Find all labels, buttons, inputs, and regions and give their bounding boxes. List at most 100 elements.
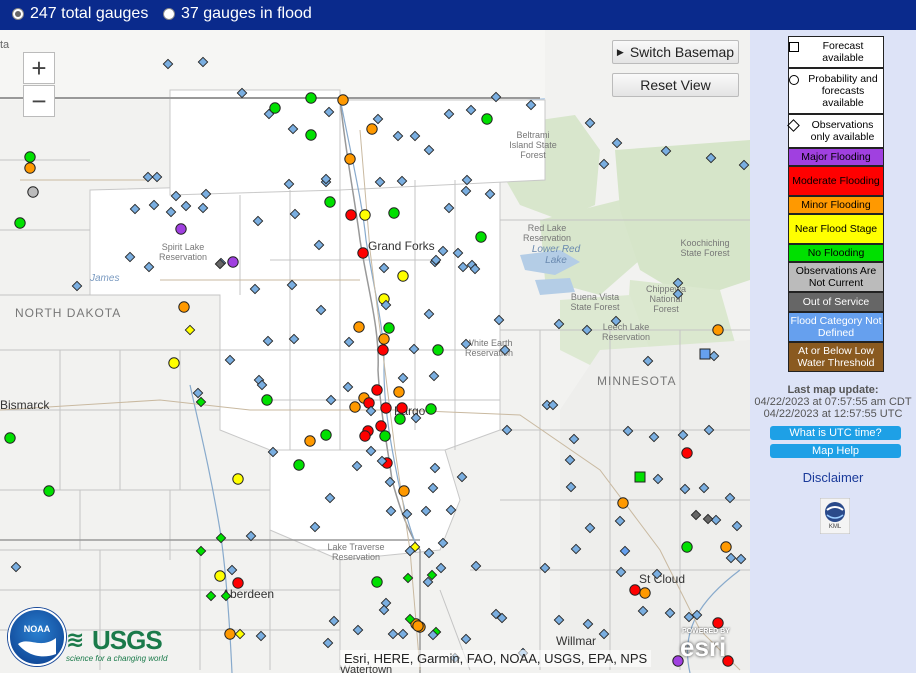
- gauge-marker-observation[interactable]: [397, 372, 409, 384]
- gauge-marker-observation[interactable]: [465, 104, 477, 116]
- gauge-marker-observation[interactable]: [651, 568, 663, 580]
- gauge-marker-no-flood[interactable]: [320, 429, 332, 441]
- gauge-marker-observation[interactable]: [148, 199, 160, 211]
- gauge-marker-observation[interactable]: [142, 171, 154, 183]
- gauge-marker-minor[interactable]: [712, 324, 724, 336]
- gauge-marker-observation[interactable]: [143, 261, 155, 273]
- gauge-marker-observation[interactable]: [409, 130, 421, 142]
- gauge-marker-observation[interactable]: [735, 553, 747, 565]
- switch-basemap-button[interactable]: ▶ Switch Basemap: [612, 40, 739, 64]
- reset-view-button[interactable]: Reset View: [612, 73, 739, 97]
- gauge-marker-observation[interactable]: [615, 566, 627, 578]
- gauge-marker-no-flood[interactable]: [305, 92, 317, 104]
- gauge-marker-minor[interactable]: [349, 401, 361, 413]
- gauge-marker-observation[interactable]: [396, 175, 408, 187]
- gauge-marker-observation[interactable]: [372, 113, 384, 125]
- gauge-marker-moderate[interactable]: [232, 577, 244, 589]
- gauge-marker-no-flood[interactable]: [379, 430, 391, 442]
- gauge-marker-observation[interactable]: [490, 91, 502, 103]
- gauge-marker-observation[interactable]: [501, 424, 513, 436]
- gauge-marker-observation[interactable]: [428, 370, 440, 382]
- gauge-marker-observation[interactable]: [622, 425, 634, 437]
- gauge-marker-observation[interactable]: [598, 628, 610, 640]
- utc-time-button[interactable]: What is UTC time?: [770, 426, 901, 440]
- map-view[interactable]: ta NORTH DAKOTA MINNESOTA Grand Forks Fa…: [0, 30, 750, 673]
- gauge-marker-minor[interactable]: [353, 321, 365, 333]
- gauge-marker-observation[interactable]: [435, 562, 447, 574]
- gauge-marker-observation[interactable]: [710, 514, 722, 526]
- gauge-marker-observation[interactable]: [313, 239, 325, 251]
- gauge-marker-observation[interactable]: [151, 171, 163, 183]
- gauge-marker-near[interactable]: [359, 209, 371, 221]
- gauge-marker-observation[interactable]: [385, 505, 397, 517]
- gauge-marker-observation[interactable]: [255, 630, 267, 642]
- gauge-marker-no-flood[interactable]: [481, 113, 493, 125]
- gauge-marker-observation[interactable]: [679, 483, 691, 495]
- noaa-logo[interactable]: NOAA: [8, 608, 66, 666]
- map-attribution[interactable]: Esri, HERE, Garmin, FAO, NOAA, USGS, EPA…: [340, 650, 652, 667]
- gauge-marker-observation[interactable]: [309, 521, 321, 533]
- gauge-marker-observation[interactable]: [184, 324, 196, 336]
- gauge-marker-observation[interactable]: [499, 344, 511, 356]
- total-gauges-radio[interactable]: [12, 8, 24, 20]
- gauge-marker-observation[interactable]: [342, 381, 354, 393]
- gauge-marker-near[interactable]: [168, 357, 180, 369]
- gauge-marker-observation[interactable]: [323, 106, 335, 118]
- gauge-marker-moderate[interactable]: [375, 420, 387, 432]
- gauge-marker-observation[interactable]: [262, 335, 274, 347]
- gauge-marker-observation[interactable]: [129, 203, 141, 215]
- gauge-marker-observation[interactable]: [289, 208, 301, 220]
- gauge-marker-observation[interactable]: [234, 628, 246, 640]
- gauge-marker-observation[interactable]: [252, 215, 264, 227]
- gauge-marker-observation[interactable]: [614, 515, 626, 527]
- gauge-marker-observation[interactable]: [460, 633, 472, 645]
- gauge-marker-moderate[interactable]: [396, 402, 408, 414]
- esri-logo[interactable]: POWERED BY esri: [678, 626, 744, 670]
- gauge-marker-observation[interactable]: [224, 354, 236, 366]
- gauge-marker-observation[interactable]: [328, 615, 340, 627]
- gauge-marker-minor[interactable]: [224, 628, 236, 640]
- gauge-marker-observation[interactable]: [725, 552, 737, 564]
- gauge-marker-moderate[interactable]: [371, 384, 383, 396]
- gauge-marker-observation[interactable]: [220, 590, 232, 602]
- flood-gauges-radio[interactable]: [163, 8, 175, 20]
- gauge-marker-minor[interactable]: [639, 587, 651, 599]
- gauge-marker-no-flood[interactable]: [261, 394, 273, 406]
- gauge-marker-observation[interactable]: [610, 315, 622, 327]
- kml-download[interactable]: KML: [819, 497, 851, 535]
- gauge-marker-observation[interactable]: [553, 614, 565, 626]
- gauge-marker-observation[interactable]: [124, 251, 136, 263]
- gauge-marker-observation[interactable]: [461, 174, 473, 186]
- gauge-marker-observation[interactable]: [724, 492, 736, 504]
- gauge-marker-observation[interactable]: [351, 460, 363, 472]
- gauge-marker-observation[interactable]: [619, 545, 631, 557]
- gauge-marker-observation[interactable]: [703, 424, 715, 436]
- gauge-marker-observation[interactable]: [582, 618, 594, 630]
- gauge-marker-observation[interactable]: [672, 288, 684, 300]
- gauge-marker-observation[interactable]: [652, 473, 664, 485]
- gauge-marker-observation[interactable]: [570, 543, 582, 555]
- gauge-marker-observation[interactable]: [452, 247, 464, 259]
- gauge-marker-observation[interactable]: [690, 509, 702, 521]
- gauge-marker-observation[interactable]: [325, 394, 337, 406]
- gauge-marker-minor[interactable]: [412, 620, 424, 632]
- gauge-marker-minor[interactable]: [617, 497, 629, 509]
- gauge-marker-observation[interactable]: [365, 445, 377, 457]
- gauge-marker-observation[interactable]: [195, 396, 207, 408]
- gauge-marker-observation[interactable]: [493, 314, 505, 326]
- gauge-marker-no-flood[interactable]: [425, 403, 437, 415]
- gauge-marker-observation[interactable]: [437, 245, 449, 257]
- gauge-marker-moderate[interactable]: [345, 209, 357, 221]
- gauge-marker-observation[interactable]: [460, 338, 472, 350]
- gauge-marker-observation[interactable]: [525, 99, 537, 111]
- zoom-out-button[interactable]: −: [23, 85, 55, 117]
- gauge-marker-observation[interactable]: [437, 537, 449, 549]
- gauge-marker-major[interactable]: [175, 223, 187, 235]
- gauge-marker-moderate[interactable]: [357, 247, 369, 259]
- gauge-marker-minor[interactable]: [344, 153, 356, 165]
- gauge-marker-observation[interactable]: [423, 144, 435, 156]
- gauge-marker-moderate[interactable]: [380, 402, 392, 414]
- gauge-marker-minor[interactable]: [178, 301, 190, 313]
- gauge-marker-observation[interactable]: [387, 628, 399, 640]
- gauge-marker-observation[interactable]: [460, 185, 472, 197]
